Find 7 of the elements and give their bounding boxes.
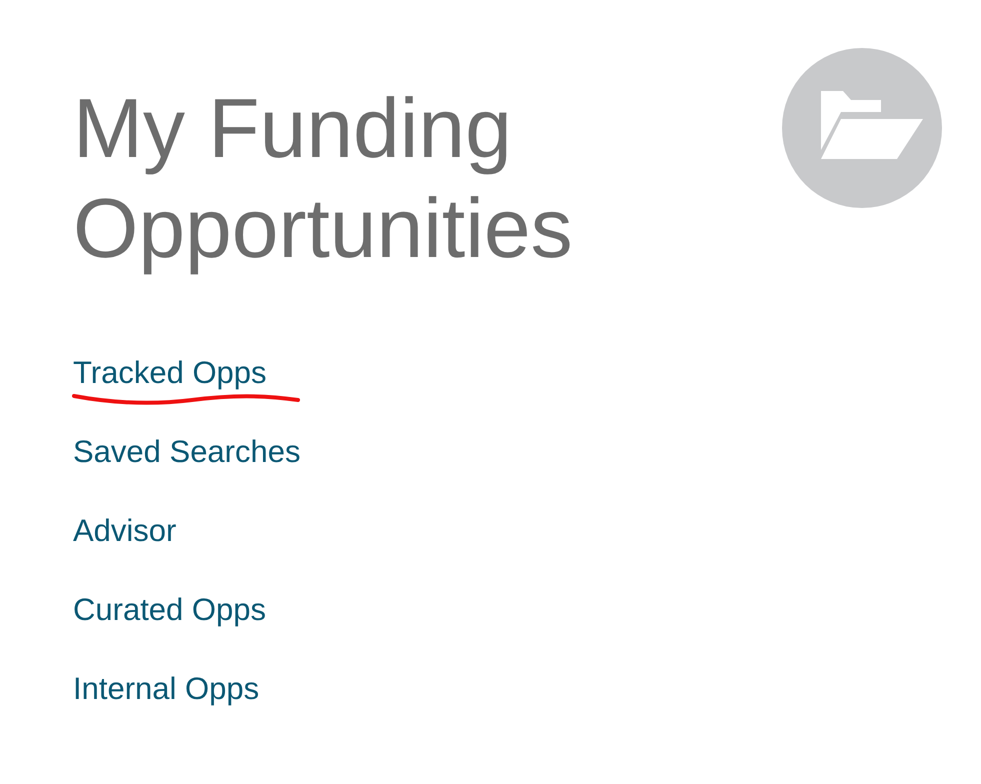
nav-link[interactable]: Tracked Opps — [73, 355, 267, 390]
folder-icon — [781, 47, 943, 209]
nav-link[interactable]: Curated Opps — [73, 592, 266, 627]
nav-link[interactable]: Advisor — [73, 513, 176, 548]
nav-link[interactable]: Internal Opps — [73, 671, 260, 706]
page-title: My Funding Opportunities — [73, 80, 574, 277]
nav-link[interactable]: Saved Searches — [73, 434, 300, 469]
